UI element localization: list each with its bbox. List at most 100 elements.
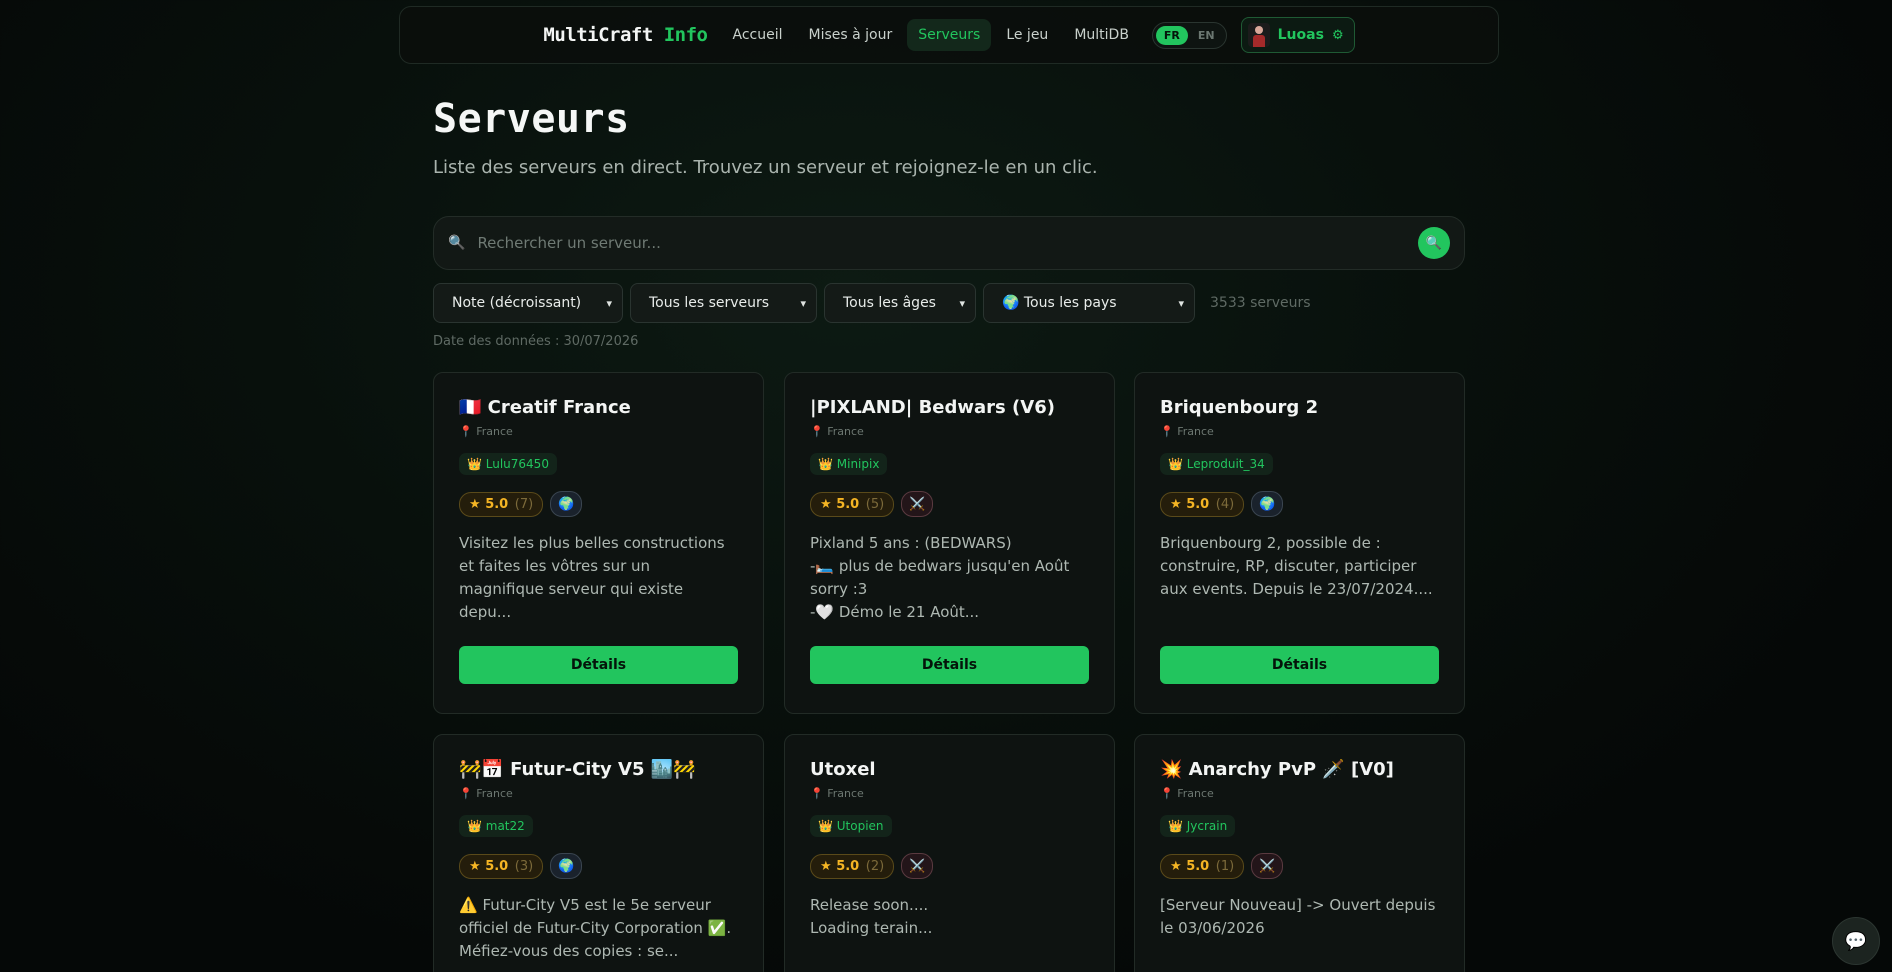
rating-badge: ★ 5.0 (7) bbox=[459, 491, 544, 517]
search-button[interactable]: 🔍 bbox=[1418, 227, 1450, 259]
search-icon: 🔍 bbox=[1425, 235, 1443, 251]
user-settings-icon: ⚙ bbox=[1331, 27, 1344, 43]
nav-link-accueil[interactable]: Accueil bbox=[722, 19, 794, 51]
search-input[interactable] bbox=[477, 234, 1418, 252]
globe-icon: 🌍 bbox=[550, 853, 583, 879]
brand-main: MultiCraft bbox=[543, 24, 653, 46]
details-button[interactable]: Détails bbox=[459, 646, 738, 684]
type-select[interactable]: Tous les serveurs ▾ bbox=[630, 283, 817, 323]
nav-link-mises-a-jour[interactable]: Mises à jour bbox=[798, 19, 904, 51]
lang-en-button[interactable]: EN bbox=[1190, 26, 1223, 45]
brand-accent: Info bbox=[663, 24, 708, 46]
server-badges: ★ 5.0 (2) ⚔️ bbox=[810, 853, 1089, 879]
brand-logo[interactable]: MultiCraft Info bbox=[543, 24, 708, 46]
lang-fr-button[interactable]: FR bbox=[1155, 25, 1188, 45]
server-description: Briquenbourg 2, possible de : construire… bbox=[1160, 534, 1433, 598]
rating-badge: ★ 5.0 (4) bbox=[1160, 491, 1245, 517]
type-select-value: Tous les serveurs bbox=[649, 295, 770, 311]
rating-value: 5.0 bbox=[1186, 858, 1210, 874]
user-menu[interactable]: Luoas ⚙ bbox=[1240, 17, 1355, 53]
rating-badge: ★ 5.0 (5) bbox=[810, 491, 895, 517]
globe-icon: 🌍 bbox=[550, 491, 583, 517]
age-select-value: Tous les âges bbox=[843, 295, 936, 311]
server-description: Release soon.... Loading terain... bbox=[810, 896, 933, 937]
server-card: |PIXLAND| Bedwars (V6) 📍 France 👑 Minipi… bbox=[784, 372, 1115, 714]
server-location: 📍 France bbox=[1160, 787, 1214, 800]
chevron-down-icon: ▾ bbox=[959, 296, 965, 310]
server-location: 📍 France bbox=[810, 787, 864, 800]
rating-badge: ★ 5.0 (3) bbox=[459, 853, 544, 879]
server-location: 📍 France bbox=[1160, 425, 1214, 438]
swords-icon: ⚔️ bbox=[901, 853, 934, 879]
rating-count: (4) bbox=[1215, 496, 1235, 512]
filters-bar: Note (décroissant) ▾ Tous les serveurs ▾ T… bbox=[433, 283, 1311, 323]
data-date: Date des données : 30/07/2026 bbox=[433, 334, 639, 349]
server-name[interactable]: 🚧📅 Futur-City V5 🏙️🚧 bbox=[459, 759, 738, 780]
page-title: Serveurs bbox=[433, 96, 630, 142]
search-bar: 🔍 🔍 bbox=[433, 216, 1465, 270]
sort-select[interactable]: Note (décroissant) ▾ bbox=[433, 283, 623, 323]
nav-link-serveurs[interactable]: Serveurs bbox=[907, 19, 992, 51]
language-switch: FR EN bbox=[1151, 21, 1227, 49]
server-description: Visitez les plus belles constructions et… bbox=[459, 534, 725, 621]
swords-icon: ⚔️ bbox=[901, 491, 934, 517]
chat-button[interactable]: 💬 bbox=[1832, 917, 1880, 965]
nav-link-multidb[interactable]: MultiDB bbox=[1063, 19, 1140, 51]
sort-select-value: Note (décroissant) bbox=[452, 295, 582, 311]
server-name[interactable]: Briquenbourg 2 bbox=[1160, 397, 1439, 418]
server-owner: 👑 mat22 bbox=[459, 815, 533, 837]
server-owner: 👑 Leproduit_34 bbox=[1160, 453, 1273, 475]
rating-count: (1) bbox=[1215, 858, 1235, 874]
server-card: 🇫🇷 Creatif France 📍 France 👑 Lulu76450 ★… bbox=[433, 372, 764, 714]
rating-count: (7) bbox=[514, 496, 534, 512]
server-card: 💥 Anarchy PvP 🗡️ [V0] 📍 France 👑 Jycrain… bbox=[1134, 734, 1465, 972]
rating-value: 5.0 bbox=[485, 496, 509, 512]
server-description: [Serveur Nouveau] -> Ouvert depuis le 03… bbox=[1160, 896, 1436, 937]
age-select[interactable]: Tous les âges ▾ bbox=[824, 283, 976, 323]
server-name[interactable]: Utoxel bbox=[810, 759, 1089, 780]
server-location: 📍 France bbox=[459, 425, 513, 438]
rating-count: (3) bbox=[514, 858, 534, 874]
chevron-down-icon: ▾ bbox=[1178, 296, 1184, 310]
server-badges: ★ 5.0 (7) 🌍 bbox=[459, 491, 738, 517]
server-owner: 👑 Utopien bbox=[810, 815, 892, 837]
server-badges: ★ 5.0 (5) ⚔️ bbox=[810, 491, 1089, 517]
rating-badge: ★ 5.0 (1) bbox=[1160, 853, 1245, 879]
server-owner: 👑 Minipix bbox=[810, 453, 888, 475]
server-name[interactable]: 💥 Anarchy PvP 🗡️ [V0] bbox=[1160, 759, 1439, 780]
server-card: Briquenbourg 2 📍 France 👑 Leproduit_34 ★… bbox=[1134, 372, 1465, 714]
server-description: Pixland 5 ans : (BEDWARS) -🛏️ plus de be… bbox=[810, 534, 1070, 621]
chevron-down-icon: ▾ bbox=[606, 296, 612, 310]
nav-link-le-jeu[interactable]: Le jeu bbox=[995, 19, 1059, 51]
rating-value: 5.0 bbox=[485, 858, 509, 874]
page-subtitle: Liste des serveurs en direct. Trouvez un… bbox=[433, 157, 1098, 178]
server-count: 3533 serveurs bbox=[1210, 295, 1311, 311]
details-button[interactable]: Détails bbox=[810, 646, 1089, 684]
top-navbar: MultiCraft Info Accueil Mises à jour Ser… bbox=[399, 6, 1499, 64]
chat-icon: 💬 bbox=[1844, 930, 1868, 952]
country-select-value: 🌍 Tous les pays bbox=[1002, 295, 1117, 311]
globe-icon: 🌍 bbox=[1251, 491, 1284, 517]
details-button[interactable]: Détails bbox=[1160, 646, 1439, 684]
rating-value: 5.0 bbox=[836, 858, 860, 874]
server-badges: ★ 5.0 (1) ⚔️ bbox=[1160, 853, 1439, 879]
server-owner: 👑 Jycrain bbox=[1160, 815, 1236, 837]
rating-count: (5) bbox=[865, 496, 885, 512]
rating-value: 5.0 bbox=[836, 496, 860, 512]
rating-count: (2) bbox=[865, 858, 885, 874]
server-owner: 👑 Lulu76450 bbox=[459, 453, 557, 475]
rating-value: 5.0 bbox=[1186, 496, 1210, 512]
country-select[interactable]: 🌍 Tous les pays ▾ bbox=[983, 283, 1195, 323]
server-name[interactable]: 🇫🇷 Creatif France bbox=[459, 397, 738, 418]
rating-badge: ★ 5.0 (2) bbox=[810, 853, 895, 879]
server-card: 🚧📅 Futur-City V5 🏙️🚧 📍 France 👑 mat22 ★ … bbox=[433, 734, 764, 972]
server-description: ⚠️ Futur-City V5 est le 5e serveur offic… bbox=[459, 896, 732, 960]
server-location: 📍 France bbox=[810, 425, 864, 438]
search-icon: 🔍 bbox=[448, 235, 466, 251]
server-name[interactable]: |PIXLAND| Bedwars (V6) bbox=[810, 397, 1089, 418]
server-badges: ★ 5.0 (3) 🌍 bbox=[459, 853, 738, 879]
chevron-down-icon: ▾ bbox=[800, 296, 806, 310]
user-name: Luoas bbox=[1277, 27, 1324, 43]
server-card: Utoxel 📍 France 👑 Utopien ★ 5.0 (2) ⚔️ R… bbox=[784, 734, 1115, 972]
server-badges: ★ 5.0 (4) 🌍 bbox=[1160, 491, 1439, 517]
